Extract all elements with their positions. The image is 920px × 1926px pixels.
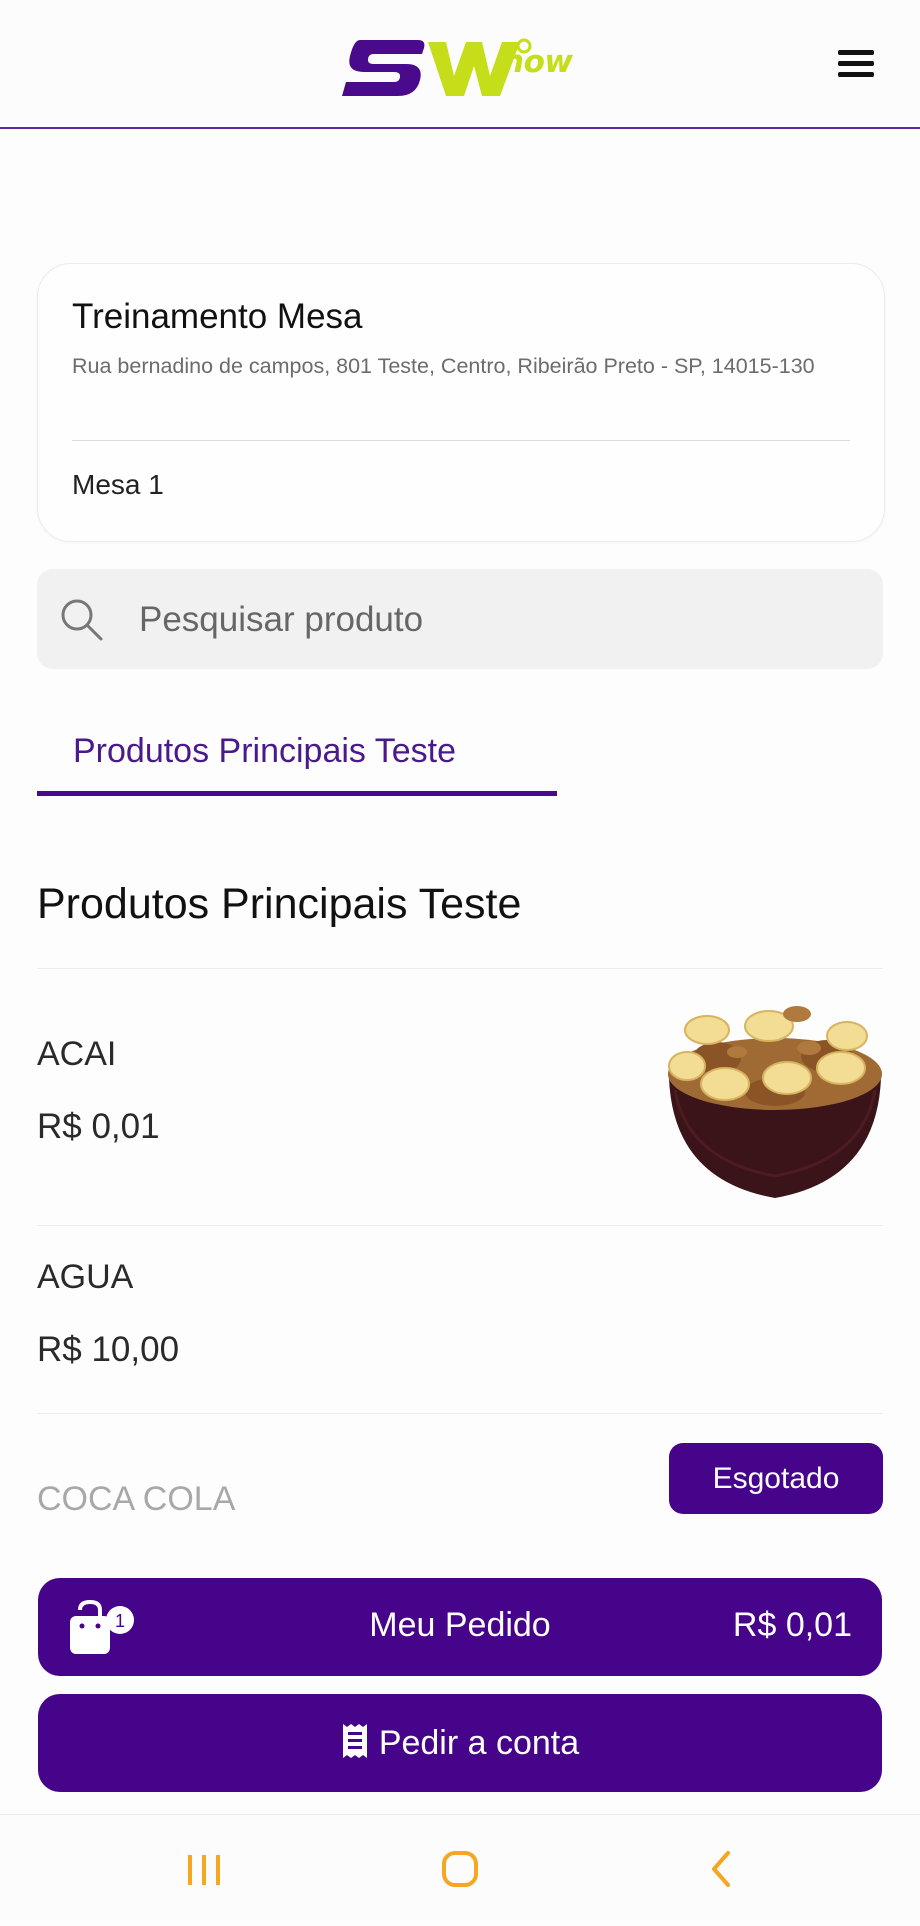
request-bill-label: Pedir a conta bbox=[378, 1724, 580, 1762]
product-name: AGUA bbox=[37, 1258, 134, 1296]
back-icon bbox=[712, 1851, 730, 1887]
tab-active-indicator bbox=[37, 791, 557, 796]
tab-label: Produtos Principais Teste bbox=[73, 732, 457, 770]
system-nav-bar bbox=[0, 1814, 920, 1921]
table-label: Mesa 1 bbox=[72, 469, 164, 500]
hamburger-menu-icon[interactable] bbox=[838, 50, 874, 82]
search-input[interactable] bbox=[137, 591, 841, 649]
back-button[interactable] bbox=[660, 1815, 780, 1921]
my-order-button[interactable]: 1 Meu Pedido R$ 0,01 bbox=[38, 1578, 882, 1676]
order-total: R$ 0,01 bbox=[732, 1606, 852, 1644]
app-header: now bbox=[0, 0, 920, 129]
product-name: ACAI bbox=[37, 1035, 117, 1073]
restaurant-card: Treinamento Mesa Rua bernadino de campos… bbox=[37, 263, 885, 542]
logo-now-text: now bbox=[502, 44, 573, 80]
product-item-acai[interactable]: ACAI R$ 0,01 bbox=[37, 1000, 883, 1220]
product-name: COCA COLA bbox=[37, 1480, 236, 1518]
search-box[interactable] bbox=[37, 569, 883, 669]
product-item-agua[interactable]: AGUA R$ 10,00 bbox=[37, 1226, 883, 1412]
card-divider bbox=[72, 440, 850, 441]
recent-apps-button[interactable] bbox=[144, 1815, 264, 1921]
sold-out-badge: Esgotado bbox=[669, 1443, 883, 1514]
acai-bowl-image bbox=[668, 1006, 882, 1198]
product-price: R$ 10,00 bbox=[37, 1330, 180, 1369]
home-icon bbox=[442, 1851, 478, 1887]
divider bbox=[37, 968, 883, 969]
tab-produtos-principais[interactable]: Produtos Principais Teste bbox=[37, 722, 557, 796]
product-price: R$ 0,01 bbox=[37, 1107, 160, 1146]
home-button[interactable] bbox=[400, 1815, 520, 1921]
section-title: Produtos Principais Teste bbox=[37, 880, 522, 928]
restaurant-name: Treinamento Mesa bbox=[72, 297, 363, 336]
recent-apps-icon bbox=[188, 1855, 220, 1885]
receipt-icon bbox=[342, 1724, 367, 1758]
search-icon bbox=[61, 599, 103, 641]
request-bill-button[interactable]: Pedir a conta bbox=[38, 1694, 882, 1792]
request-bill-content: Pedir a conta bbox=[38, 1722, 882, 1763]
restaurant-address: Rua bernadino de campos, 801 Teste, Cent… bbox=[72, 354, 815, 378]
